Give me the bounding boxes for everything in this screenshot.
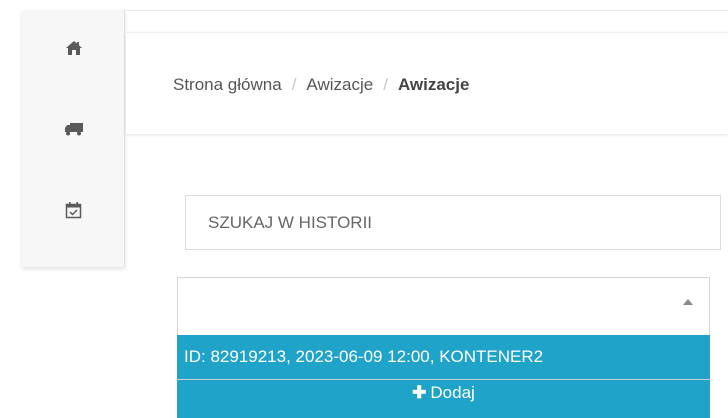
calendar-check-icon — [65, 202, 82, 219]
home-icon — [65, 41, 82, 55]
history-search-input[interactable] — [185, 195, 721, 250]
breadcrumb-section[interactable]: Awizacje — [306, 75, 373, 95]
add-button[interactable]: ✚ Dodaj — [177, 380, 710, 418]
add-button-label: Dodaj — [430, 383, 475, 402]
breadcrumb-current: Awizacje — [397, 75, 470, 94]
caret-up-icon — [683, 299, 693, 305]
breadcrumb: Strona główna / Awizacje / Awizacje — [173, 75, 469, 95]
sidebar — [22, 10, 125, 267]
sidebar-item-calendar[interactable] — [22, 190, 125, 230]
breadcrumb-separator: / — [383, 75, 388, 94]
truck-icon — [64, 123, 83, 136]
top-divider — [126, 10, 728, 11]
plus-icon: ✚ — [412, 383, 427, 402]
awizacja-select[interactable] — [177, 277, 710, 335]
breadcrumb-separator: / — [291, 75, 297, 94]
sidebar-item-transport[interactable] — [22, 109, 125, 149]
breadcrumb-home[interactable]: Strona główna — [173, 75, 282, 95]
page-header: Strona główna / Awizacje / Awizacje — [126, 32, 728, 134]
dropdown-option[interactable]: ID: 82919213, 2023-06-09 12:00, KONTENER… — [177, 335, 710, 380]
sidebar-item-home[interactable] — [22, 28, 125, 68]
